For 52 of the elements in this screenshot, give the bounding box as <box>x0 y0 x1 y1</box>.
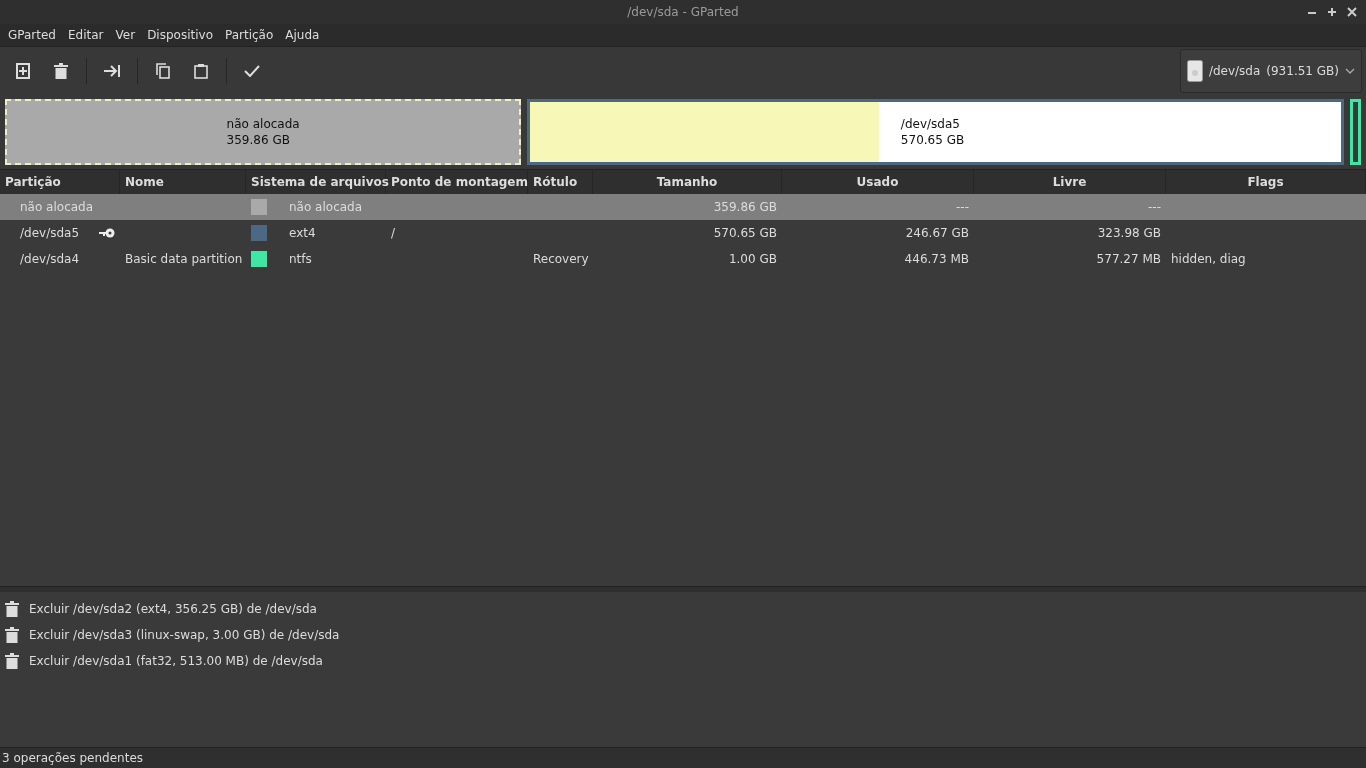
table-cell: 246.67 GB <box>905 226 969 240</box>
status-text: 3 operações pendentes <box>2 751 144 765</box>
table-cell: Basic data partition <box>125 252 243 266</box>
operation-text: Excluir /dev/sda1 (fat32, 513.00 MB) de /dev/sda <box>29 654 323 668</box>
operation-text: Excluir /dev/sda3 (linux-swap, 3.00 GB) de /dev/sda <box>29 628 340 642</box>
table-cell: 446.73 MB <box>904 252 969 266</box>
table-cell: não alocada <box>289 200 363 214</box>
table-cell: 577.27 MB <box>1096 252 1161 266</box>
segment-label: /dev/sda5 570.65 GB <box>900 116 965 148</box>
table-cell: /dev/sda4 <box>20 252 80 266</box>
plus-box-icon <box>16 63 30 79</box>
trash-icon <box>54 63 68 79</box>
checkmark-icon <box>244 65 260 77</box>
partition-row[interactable]: /dev/sda4 Basic data partition ntfs Recovery 1.00 GB 446.73 MB 577.27 MB hidden, diag <box>0 246 1366 272</box>
arrow-to-bar-icon <box>103 64 121 78</box>
table-cell: --- <box>956 200 969 214</box>
table-cell: /dev/sda5 <box>20 226 80 240</box>
menu-item[interactable]: Dispositivo <box>141 24 219 46</box>
operation-text: Excluir /dev/sda2 (ext4, 356.25 GB) de /dev/sda <box>29 602 317 616</box>
copy-icon <box>156 63 170 79</box>
table-cell: ntfs <box>289 252 312 266</box>
unallocated-segment[interactable]: não alocada 359.86 GB <box>5 99 522 165</box>
menu-item[interactable]: Ajuda <box>279 24 326 46</box>
window-title: /dev/sda - GParted <box>627 5 739 19</box>
trash-icon <box>5 601 19 617</box>
table-cell: 1.00 GB <box>728 252 777 266</box>
menu-item[interactable]: GParted <box>2 24 62 46</box>
table-cell: 359.86 GB <box>713 200 777 214</box>
table-cell: não alocada <box>20 200 94 214</box>
device-size: (931.51 GB) <box>1266 64 1339 78</box>
table-cell: Recovery <box>533 252 589 266</box>
menu-item[interactable]: Editar <box>62 24 110 46</box>
table-cell: --- <box>1148 200 1161 214</box>
partition-segment[interactable]: /dev/sda5 570.65 GB <box>527 99 1344 165</box>
segment-label: não alocada 359.86 GB <box>226 116 300 148</box>
plus-icon <box>1327 7 1337 17</box>
device-name: /dev/sda <box>1208 64 1261 78</box>
trash-icon <box>5 627 19 643</box>
table-cell: 323.98 GB <box>1097 226 1161 240</box>
table-cell: / <box>391 226 396 240</box>
menu-item[interactable]: Partição <box>219 24 280 46</box>
partition-row[interactable]: /dev/sda5 ext4 / 570.65 GB 246.67 GB 323.98 GB <box>0 220 1366 246</box>
trash-icon <box>5 653 19 669</box>
table-cell: ext4 <box>289 226 316 240</box>
close-icon <box>1347 7 1357 17</box>
table-cell: hidden, diag <box>1171 252 1246 266</box>
device-selector[interactable]: /dev/sda (931.51 GB) <box>1179 49 1362 93</box>
chevron-down-icon <box>1345 68 1355 74</box>
menu-item[interactable]: Ver <box>109 24 142 46</box>
table-cell: 570.65 GB <box>713 226 777 240</box>
partition-segment[interactable] <box>1350 99 1361 165</box>
clipboard-icon <box>194 63 208 79</box>
